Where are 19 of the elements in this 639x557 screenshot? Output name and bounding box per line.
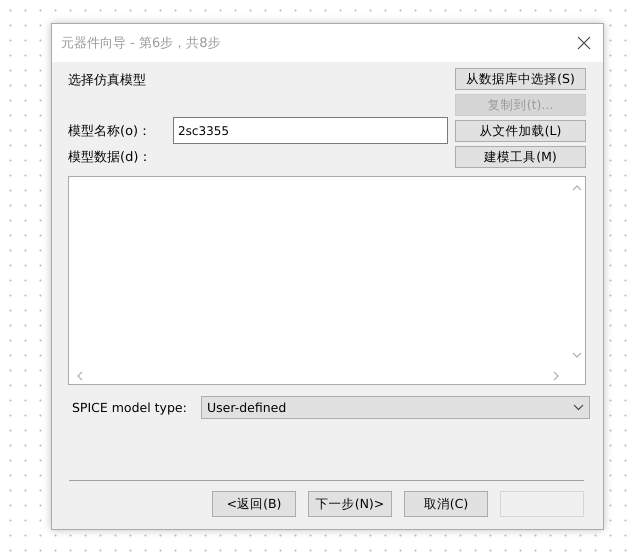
dialog-button[interactable]: 取消(C) bbox=[404, 491, 488, 517]
scroll-left-icon[interactable] bbox=[77, 371, 83, 381]
window-title: 元器件向导 - 第6步，共8步 bbox=[61, 35, 220, 52]
field-label: SPICE model type: bbox=[71, 400, 188, 415]
model-name-field[interactable]: 2sc3355 bbox=[173, 117, 448, 144]
dialog-button[interactable]: 下一步(N)> bbox=[308, 491, 392, 517]
scroll-right-icon[interactable] bbox=[553, 371, 559, 381]
section-heading: 选择仿真模型 bbox=[68, 72, 147, 90]
action-button[interactable]: 建模工具(M) bbox=[455, 146, 586, 168]
scroll-up-icon[interactable] bbox=[572, 185, 582, 191]
chevron-down-icon bbox=[573, 404, 584, 411]
field-label: 模型名称(o)： bbox=[68, 122, 152, 140]
action-button[interactable]: 从数据库中选择(S) bbox=[455, 68, 586, 90]
action-button[interactable]: 从文件加载(L) bbox=[455, 120, 586, 142]
model-type-dropdown[interactable]: User-defined bbox=[201, 396, 590, 419]
field-label: 模型数据(d)： bbox=[68, 149, 152, 166]
dialog-button[interactable]: <返回(B) bbox=[212, 491, 296, 517]
close-icon[interactable] bbox=[577, 36, 591, 50]
scroll-down-icon[interactable] bbox=[572, 352, 582, 358]
